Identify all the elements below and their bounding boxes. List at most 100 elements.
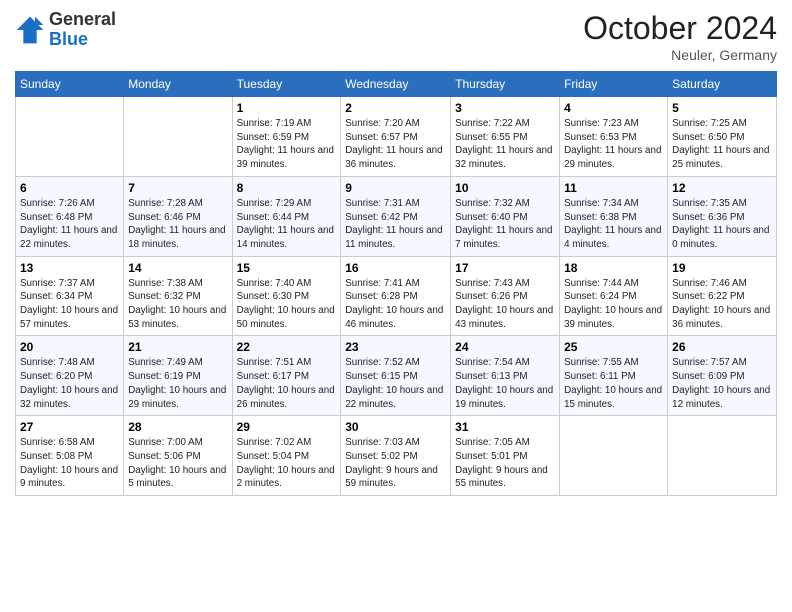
day-info: Sunrise: 7:57 AMSunset: 6:09 PMDaylight:… bbox=[672, 356, 772, 411]
day-info: Sunrise: 7:51 AMSunset: 6:17 PMDaylight:… bbox=[237, 356, 337, 411]
header-friday: Friday bbox=[560, 72, 668, 97]
day-number: 9 bbox=[345, 181, 446, 195]
header-thursday: Thursday bbox=[451, 72, 560, 97]
table-row: 12Sunrise: 7:35 AMSunset: 6:36 PMDayligh… bbox=[668, 176, 777, 256]
table-row: 7 Sunrise: 7:28 AMSunset: 6:46 PMDaylight… bbox=[124, 176, 232, 256]
day-info: Sunrise: 7:02 AMSunset: 5:04 PMDaylight:… bbox=[237, 436, 337, 491]
header-saturday: Saturday bbox=[668, 72, 777, 97]
table-row: 26 Sunrise: 7:57 AMSunset: 6:09 PMDayligh… bbox=[668, 336, 777, 416]
table-row bbox=[16, 97, 124, 177]
day-info: Sunrise: 7:22 AMSunset: 6:55 PMDaylight:… bbox=[455, 117, 555, 172]
day-number: 4 bbox=[564, 101, 663, 115]
day-info: Sunrise: 7:23 AMSunset: 6:53 PMDaylight:… bbox=[564, 117, 663, 172]
table-row: 24 Sunrise: 7:54 AMSunset: 6:13 PMDayligh… bbox=[451, 336, 560, 416]
day-info: Sunrise: 7:20 AMSunset: 6:57 PMDaylight:… bbox=[345, 117, 446, 172]
day-info: Sunrise: 7:55 AMSunset: 6:11 PMDaylight:… bbox=[564, 356, 663, 411]
day-number: 16 bbox=[345, 261, 446, 275]
day-number: 25 bbox=[564, 340, 663, 354]
day-info: Sunrise: 7:49 AMSunset: 6:19 PMDaylight:… bbox=[128, 356, 227, 411]
day-info: Sunrise: 7:00 AMSunset: 5:06 PMDaylight:… bbox=[128, 436, 227, 491]
day-number: 22 bbox=[237, 340, 337, 354]
table-row: 31Sunrise: 7:05 AMSunset: 5:01 PMDayligh… bbox=[451, 416, 560, 496]
location: Neuler, Germany bbox=[583, 47, 777, 63]
table-row: 10 Sunrise: 7:32 AMSunset: 6:40 PMDayligh… bbox=[451, 176, 560, 256]
table-row: 3 Sunrise: 7:22 AMSunset: 6:55 PMDaylight… bbox=[451, 97, 560, 177]
day-info: Sunrise: 7:37 AMSunset: 6:34 PMDaylight:… bbox=[20, 277, 119, 332]
table-row: 27 Sunrise: 6:58 AMSunset: 5:08 PMDayligh… bbox=[16, 416, 124, 496]
logo-blue-text: Blue bbox=[49, 29, 88, 49]
page-header: General Blue October 2024 Neuler, German… bbox=[15, 10, 777, 63]
day-info: Sunrise: 7:19 AMSunset: 6:59 PMDaylight:… bbox=[237, 117, 337, 172]
day-number: 11 bbox=[564, 181, 663, 195]
table-row: 28 Sunrise: 7:00 AMSunset: 5:06 PMDayligh… bbox=[124, 416, 232, 496]
day-number: 3 bbox=[455, 101, 555, 115]
day-number: 28 bbox=[128, 420, 227, 434]
table-row bbox=[560, 416, 668, 496]
table-row: 14 Sunrise: 7:38 AMSunset: 6:32 PMDayligh… bbox=[124, 256, 232, 336]
day-info: Sunrise: 7:48 AMSunset: 6:20 PMDaylight:… bbox=[20, 356, 119, 411]
day-number: 5 bbox=[672, 101, 772, 115]
day-info: Sunrise: 7:25 AMSunset: 6:50 PMDaylight:… bbox=[672, 117, 772, 172]
day-info: Sunrise: 7:44 AMSunset: 6:24 PMDaylight:… bbox=[564, 277, 663, 332]
table-row: 16 Sunrise: 7:41 AMSunset: 6:28 PMDayligh… bbox=[341, 256, 451, 336]
day-number: 18 bbox=[564, 261, 663, 275]
day-number: 6 bbox=[20, 181, 119, 195]
table-row: 30 Sunrise: 7:03 AMSunset: 5:02 PMDayligh… bbox=[341, 416, 451, 496]
table-row: 5 Sunrise: 7:25 AMSunset: 6:50 PMDaylight… bbox=[668, 97, 777, 177]
table-row: 25 Sunrise: 7:55 AMSunset: 6:11 PMDayligh… bbox=[560, 336, 668, 416]
table-row: 8 Sunrise: 7:29 AMSunset: 6:44 PMDaylight… bbox=[232, 176, 341, 256]
table-row: 6 Sunrise: 7:26 AMSunset: 6:48 PMDaylight… bbox=[16, 176, 124, 256]
day-number: 27 bbox=[20, 420, 119, 434]
table-row: 15Sunrise: 7:40 AMSunset: 6:30 PMDayligh… bbox=[232, 256, 341, 336]
day-info: Sunrise: 7:03 AMSunset: 5:02 PMDaylight:… bbox=[345, 436, 446, 491]
table-row: 20 Sunrise: 7:48 AMSunset: 6:20 PMDayligh… bbox=[16, 336, 124, 416]
table-row: 22 Sunrise: 7:51 AMSunset: 6:17 PMDayligh… bbox=[232, 336, 341, 416]
day-number: 7 bbox=[128, 181, 227, 195]
day-number: 15 bbox=[237, 261, 337, 275]
day-info: Sunrise: 7:26 AMSunset: 6:48 PMDaylight:… bbox=[20, 197, 119, 252]
day-number: 23 bbox=[345, 340, 446, 354]
logo-icon bbox=[15, 15, 45, 45]
day-number: 17 bbox=[455, 261, 555, 275]
day-number: 20 bbox=[20, 340, 119, 354]
day-info: Sunrise: 7:34 AMSunset: 6:38 PMDaylight:… bbox=[564, 197, 663, 252]
table-row bbox=[124, 97, 232, 177]
day-info: Sunrise: 7:38 AMSunset: 6:32 PMDaylight:… bbox=[128, 277, 227, 332]
day-number: 10 bbox=[455, 181, 555, 195]
day-info: Sunrise: 7:43 AMSunset: 6:26 PMDaylight:… bbox=[455, 277, 555, 332]
calendar-table: Sunday Monday Tuesday Wednesday Thursday… bbox=[15, 71, 777, 496]
day-number: 31 bbox=[455, 420, 555, 434]
day-number: 26 bbox=[672, 340, 772, 354]
day-number: 13 bbox=[20, 261, 119, 275]
day-info: Sunrise: 7:46 AMSunset: 6:22 PMDaylight:… bbox=[672, 277, 772, 332]
table-row: 19Sunrise: 7:46 AMSunset: 6:22 PMDayligh… bbox=[668, 256, 777, 336]
day-number: 24 bbox=[455, 340, 555, 354]
table-row: 2 Sunrise: 7:20 AMSunset: 6:57 PMDaylight… bbox=[341, 97, 451, 177]
day-info: Sunrise: 7:41 AMSunset: 6:28 PMDaylight:… bbox=[345, 277, 446, 332]
title-block: October 2024 Neuler, Germany bbox=[583, 10, 777, 63]
table-row: 1 Sunrise: 7:19 AMSunset: 6:59 PMDaylight… bbox=[232, 97, 341, 177]
day-info: Sunrise: 7:32 AMSunset: 6:40 PMDaylight:… bbox=[455, 197, 555, 252]
day-info: Sunrise: 7:31 AMSunset: 6:42 PMDaylight:… bbox=[345, 197, 446, 252]
header-monday: Monday bbox=[124, 72, 232, 97]
table-row: 21 Sunrise: 7:49 AMSunset: 6:19 PMDayligh… bbox=[124, 336, 232, 416]
day-number: 29 bbox=[237, 420, 337, 434]
day-info: Sunrise: 7:54 AMSunset: 6:13 PMDaylight:… bbox=[455, 356, 555, 411]
logo: General Blue bbox=[15, 10, 116, 50]
table-row: 17 Sunrise: 7:43 AMSunset: 6:26 PMDayligh… bbox=[451, 256, 560, 336]
day-number: 8 bbox=[237, 181, 337, 195]
day-info: Sunrise: 6:58 AMSunset: 5:08 PMDaylight:… bbox=[20, 436, 119, 491]
table-row: 11 Sunrise: 7:34 AMSunset: 6:38 PMDayligh… bbox=[560, 176, 668, 256]
table-row: 23Sunrise: 7:52 AMSunset: 6:15 PMDayligh… bbox=[341, 336, 451, 416]
table-row: 29 Sunrise: 7:02 AMSunset: 5:04 PMDayligh… bbox=[232, 416, 341, 496]
day-info: Sunrise: 7:28 AMSunset: 6:46 PMDaylight:… bbox=[128, 197, 227, 252]
table-row: 9 Sunrise: 7:31 AMSunset: 6:42 PMDaylight… bbox=[341, 176, 451, 256]
day-info: Sunrise: 7:29 AMSunset: 6:44 PMDaylight:… bbox=[237, 197, 337, 252]
calendar-header-row: Sunday Monday Tuesday Wednesday Thursday… bbox=[16, 72, 777, 97]
day-number: 30 bbox=[345, 420, 446, 434]
day-number: 2 bbox=[345, 101, 446, 115]
day-number: 1 bbox=[237, 101, 337, 115]
day-number: 21 bbox=[128, 340, 227, 354]
day-number: 14 bbox=[128, 261, 227, 275]
header-tuesday: Tuesday bbox=[232, 72, 341, 97]
